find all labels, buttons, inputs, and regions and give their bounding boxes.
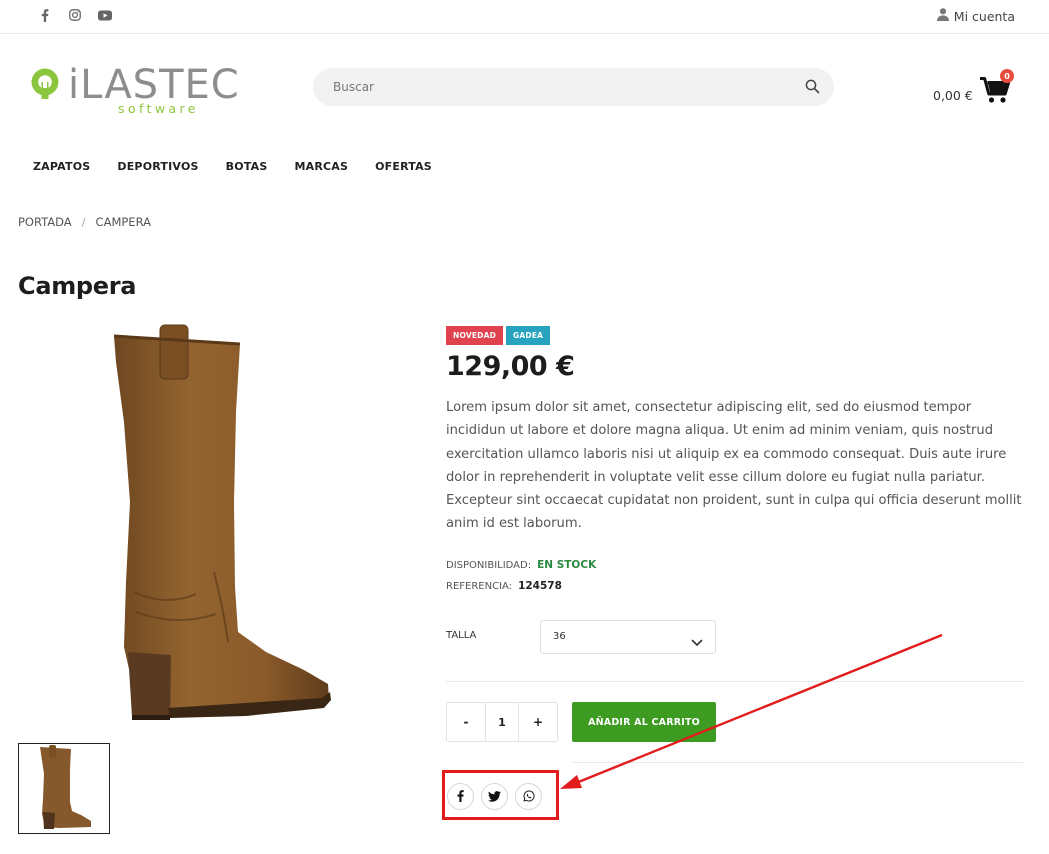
youtube-icon[interactable] [98,8,112,22]
menu-item-ofertas[interactable]: OFERTAS [375,160,432,173]
quantity-value[interactable]: 1 [485,703,519,741]
menu-item-deportivos[interactable]: DEPORTIVOS [117,160,198,173]
twitter-icon [488,787,501,806]
my-account-label: Mi cuenta [953,8,1015,24]
menu-item-botas[interactable]: BOTAS [226,160,268,173]
my-account-link[interactable]: Mi cuenta [936,8,1015,24]
availability-value: EN STOCK [537,559,597,571]
search-input[interactable] [313,68,834,106]
new-badge: NOVEDAD [446,326,504,345]
availability-row: DISPONIBILIDAD: EN STOCK [446,559,596,571]
menu-item-marcas[interactable]: MARCAS [294,160,348,173]
brand-badge[interactable]: GADEA [506,326,551,345]
whatsapp-icon [523,787,535,806]
user-icon [936,8,949,24]
main-menu: ZAPATOS DEPORTIVOS BOTAS MARCAS OFERTAS [33,160,432,173]
store-logo[interactable]: iLASTEC software [28,62,260,118]
facebook-icon[interactable] [38,8,52,22]
top-bar: Mi cuenta [0,0,1049,34]
breadcrumb-separator: / [81,215,86,229]
share-whatsapp-button[interactable] [515,783,542,810]
product-description: Lorem ipsum dolor sit amet, consectetur … [446,400,1022,532]
quantity-decrease-button[interactable]: - [447,703,485,741]
quantity-stepper: - 1 + [446,702,558,742]
search-bar [313,68,834,106]
reference-value: 124578 [518,580,562,592]
divider [572,762,1023,763]
svg-text:software: software [118,101,199,116]
instagram-icon[interactable] [68,8,82,22]
reference-row: REFERENCIA: 124578 [446,580,562,592]
product-badges: NOVEDAD GADEA [446,326,551,345]
logo-image: iLASTEC software [31,62,239,116]
product-main-image[interactable] [96,322,336,728]
size-label: TALLA [446,630,477,641]
cart-count-badge: 0 [1000,69,1014,83]
share-facebook-button[interactable] [447,783,474,810]
add-to-cart-button[interactable]: AÑADIR AL CARRITO [572,702,716,742]
facebook-icon [457,787,464,806]
boot-thumbnail-image [40,745,91,829]
boot-image [113,324,331,720]
reference-label: REFERENCIA: [446,580,513,592]
share-twitter-button[interactable] [481,783,508,810]
size-select[interactable]: 36 [540,620,716,654]
divider [446,681,1023,682]
breadcrumb: PORTADA / CAMPERA [18,215,151,229]
social-links [38,8,112,22]
product-price: 129,00 € [446,351,575,382]
product-thumbnail[interactable] [18,743,110,834]
chevron-down-icon [691,633,703,646]
cart-total[interactable]: 0,00 € [933,88,973,103]
breadcrumb-home[interactable]: PORTADA [18,215,72,229]
menu-item-zapatos[interactable]: ZAPATOS [33,160,90,173]
size-selected-value: 36 [553,631,566,642]
quantity-increase-button[interactable]: + [519,703,557,741]
product-title: Campera [18,272,137,300]
search-icon[interactable] [805,79,820,94]
availability-label: DISPONIBILIDAD: [446,559,532,571]
breadcrumb-current: CAMPERA [95,215,151,229]
